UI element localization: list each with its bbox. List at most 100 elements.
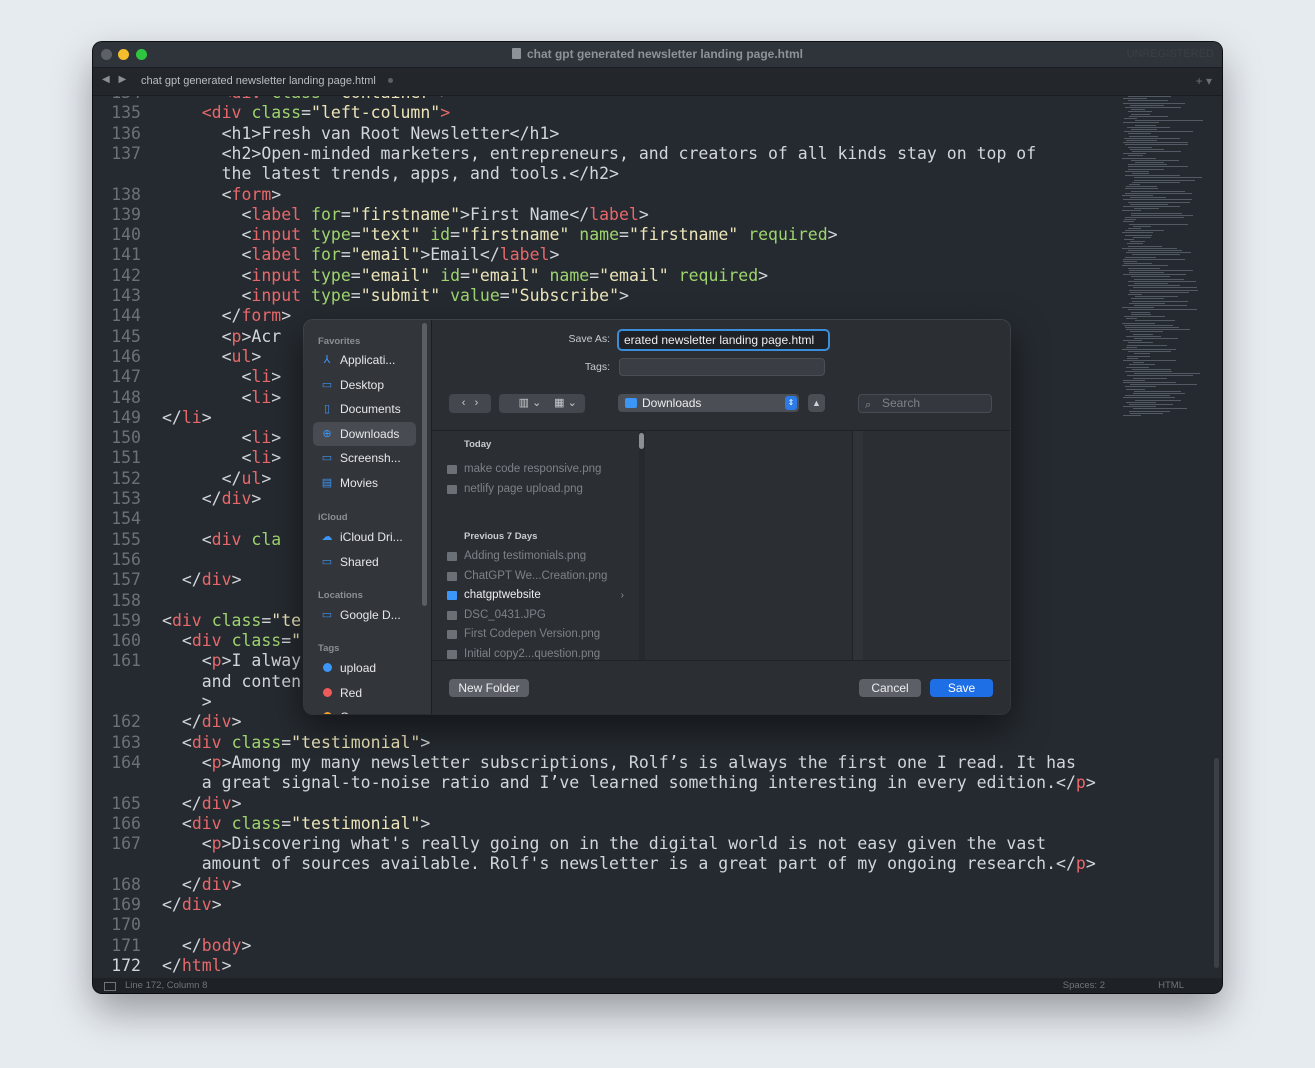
code-text[interactable]: <p>Discovering what's really going on in… bbox=[162, 834, 1046, 854]
code-line[interactable]: 141 <label for="email">Email</label> bbox=[93, 245, 1222, 265]
code-line[interactable]: 136 <h1>Fresh van Root Newsletter</h1> bbox=[93, 124, 1222, 144]
code-line[interactable]: 137 <h2>Open-minded marketers, entrepren… bbox=[93, 144, 1222, 164]
editor-scrollbar[interactable] bbox=[1214, 758, 1219, 968]
code-line[interactable]: 168 </div> bbox=[93, 875, 1222, 895]
code-line[interactable]: 166 <div class="testimonial"> bbox=[93, 814, 1222, 834]
file-item[interactable]: Initial copy2...question.png bbox=[432, 645, 638, 660]
code-line[interactable]: 163 <div class="testimonial"> bbox=[93, 733, 1222, 753]
file-item[interactable]: make code responsive.png bbox=[432, 460, 638, 479]
code-text[interactable]: <label for="firstname">First Name</label… bbox=[162, 205, 648, 225]
code-text[interactable]: <li> bbox=[162, 388, 281, 408]
file-item[interactable]: DSC_0431.JPG bbox=[432, 606, 638, 625]
code-text[interactable]: <div class="te bbox=[162, 611, 301, 631]
cancel-button[interactable]: Cancel bbox=[859, 679, 921, 697]
code-text[interactable]: <div class="testimonial"> bbox=[162, 814, 430, 834]
code-text[interactable]: amount of sources available. Rolf's news… bbox=[162, 854, 1096, 874]
code-text[interactable]: <form> bbox=[162, 185, 282, 205]
file-item[interactable]: Adding testimonials.png bbox=[432, 547, 638, 566]
code-text[interactable]: <input type="email" id="email" name="ema… bbox=[162, 266, 768, 286]
code-text[interactable]: </div> bbox=[162, 875, 242, 895]
code-line[interactable]: 135 <div class="left-column"> bbox=[93, 103, 1222, 123]
sidebar-item[interactable]: ▯ Documents bbox=[313, 397, 416, 421]
code-text[interactable]: <div class="container"> bbox=[162, 96, 451, 103]
expand-collapse-button[interactable]: ▲ bbox=[808, 394, 825, 412]
sidebar-item[interactable]: ▤ Movies bbox=[313, 471, 416, 495]
code-text[interactable]: </body> bbox=[162, 936, 252, 956]
code-line[interactable]: 134 <div class="container"> bbox=[93, 96, 1222, 103]
code-text[interactable]: > bbox=[162, 692, 212, 712]
sidebar-item[interactable]: ▭ Screensh... bbox=[313, 446, 416, 470]
save-as-field[interactable]: erated newsletter landing page.html bbox=[617, 329, 830, 351]
sidebar-item[interactable]: ▭ Google D... bbox=[313, 603, 416, 627]
code-line[interactable]: amount of sources available. Rolf's news… bbox=[93, 854, 1222, 874]
code-line[interactable]: 165 </div> bbox=[93, 794, 1222, 814]
code-text[interactable]: </div> bbox=[162, 794, 242, 814]
tab-file[interactable]: chat gpt generated newsletter landing pa… bbox=[131, 68, 403, 95]
code-line[interactable]: 143 <input type="submit" value="Subscrib… bbox=[93, 286, 1222, 306]
code-text[interactable]: the latest trends, apps, and tools.</h2> bbox=[162, 164, 619, 184]
code-text[interactable]: <h2>Open-minded marketers, entrepreneurs… bbox=[162, 144, 1037, 164]
forward-chevron-icon[interactable]: › bbox=[475, 397, 479, 409]
file-item[interactable]: netlify page upload.png bbox=[432, 480, 638, 499]
code-text[interactable]: <li> bbox=[162, 367, 281, 387]
back-forward-buttons[interactable]: ‹ › bbox=[449, 394, 491, 413]
code-line[interactable]: 164 <p>Among my many newsletter subscrip… bbox=[93, 753, 1222, 773]
code-line[interactable]: 138 <form> bbox=[93, 185, 1222, 205]
code-text[interactable]: </ul> bbox=[162, 469, 272, 489]
folder-item[interactable]: chatgptwebsite › bbox=[432, 586, 638, 605]
back-chevron-icon[interactable]: ‹ bbox=[462, 397, 466, 409]
syntax-setting[interactable]: HTML bbox=[1158, 978, 1184, 993]
sidebar-item[interactable]: ▭ Desktop bbox=[313, 373, 416, 397]
code-text[interactable]: </div> bbox=[162, 712, 242, 732]
sidebar-item[interactable]: ⊕ Downloads bbox=[313, 421, 416, 446]
tags-field[interactable] bbox=[619, 358, 825, 376]
code-text[interactable]: <div class="left-column"> bbox=[162, 103, 450, 123]
sidebar-item[interactable]: ☁ iCloud Dri... bbox=[313, 525, 416, 549]
code-text[interactable]: </div> bbox=[162, 570, 242, 590]
preview-column-divider[interactable] bbox=[853, 431, 863, 660]
group-by-button[interactable]: ▦ ⌄ bbox=[546, 394, 585, 413]
sidebar-tag[interactable]: Orange bbox=[313, 705, 416, 714]
code-text[interactable]: <p>Acr bbox=[162, 327, 282, 347]
code-text[interactable]: </html> bbox=[162, 956, 232, 976]
code-text[interactable]: <div class=" bbox=[162, 631, 301, 651]
minimap[interactable] bbox=[1118, 96, 1208, 436]
code-text[interactable]: <div class="testimonial"> bbox=[162, 733, 430, 753]
code-line[interactable]: 140 <input type="text" id="firstname" na… bbox=[93, 225, 1222, 245]
code-text[interactable]: <ul> bbox=[162, 347, 262, 367]
tab-nav-arrows-icon[interactable]: ◀ ▶ bbox=[102, 74, 129, 85]
save-button[interactable]: Save bbox=[930, 679, 993, 697]
code-text[interactable]: <input type="submit" value="Subscribe"> bbox=[162, 286, 628, 306]
code-text[interactable]: a great signal-to-noise ratio and I’ve l… bbox=[162, 773, 1096, 793]
code-text[interactable]: <label for="email">Email</label> bbox=[162, 245, 559, 265]
sidebar-tag[interactable]: Red bbox=[313, 681, 416, 705]
code-text[interactable]: <li> bbox=[162, 428, 281, 448]
code-line[interactable]: 162 </div> bbox=[93, 712, 1222, 732]
sidebar-scrollbar[interactable] bbox=[422, 323, 427, 606]
code-line[interactable]: 142 <input type="email" id="email" name=… bbox=[93, 266, 1222, 286]
panel-toggle-icon[interactable] bbox=[104, 982, 116, 991]
code-text[interactable]: <div cla bbox=[162, 530, 282, 550]
column-scrollbar[interactable] bbox=[639, 433, 644, 449]
location-select[interactable]: Downloads ⇕ bbox=[618, 394, 799, 412]
code-text[interactable]: </div> bbox=[162, 489, 262, 509]
code-text[interactable]: </div> bbox=[162, 895, 222, 915]
code-line[interactable]: 139 <label for="firstname">First Name</l… bbox=[93, 205, 1222, 225]
search-field[interactable]: ⌕ Search bbox=[858, 394, 992, 413]
code-line[interactable]: a great signal-to-noise ratio and I’ve l… bbox=[93, 773, 1222, 793]
file-item[interactable]: First Codepen Version.png bbox=[432, 625, 638, 644]
indentation-setting[interactable]: Spaces: 2 bbox=[1063, 978, 1105, 993]
code-text[interactable]: <input type="text" id="firstname" name="… bbox=[162, 225, 837, 245]
code-text[interactable]: <li> bbox=[162, 448, 281, 468]
file-item[interactable]: ChatGPT We...Creation.png bbox=[432, 567, 638, 586]
code-line[interactable]: the latest trends, apps, and tools.</h2> bbox=[93, 164, 1222, 184]
code-line[interactable]: 170 bbox=[93, 915, 1222, 935]
sidebar-item[interactable]: ⅄ Applicati... bbox=[313, 348, 416, 372]
code-line[interactable]: 172 </html> bbox=[93, 956, 1222, 976]
code-line[interactable]: 167 <p>Discovering what's really going o… bbox=[93, 834, 1222, 854]
sidebar-tag[interactable]: upload bbox=[313, 656, 416, 680]
code-line[interactable]: 171 </body> bbox=[93, 936, 1222, 956]
sidebar-item[interactable]: ▭ Shared bbox=[313, 550, 416, 574]
new-folder-button[interactable]: New Folder bbox=[449, 679, 529, 697]
code-text[interactable]: </li> bbox=[162, 408, 212, 428]
